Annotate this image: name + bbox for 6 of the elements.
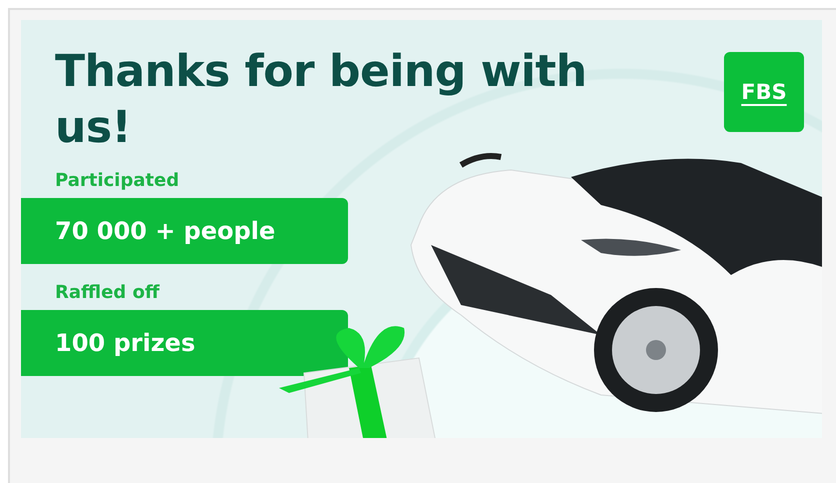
- stat-label: Raffled off: [55, 282, 160, 304]
- logo: FBS: [724, 52, 804, 132]
- stat-bar: 100 prizes: [21, 310, 348, 376]
- stat-bar: 70 000 + people: [21, 198, 348, 264]
- headline: Thanks for being with us!: [55, 45, 588, 155]
- stat-label: Participated: [55, 170, 180, 192]
